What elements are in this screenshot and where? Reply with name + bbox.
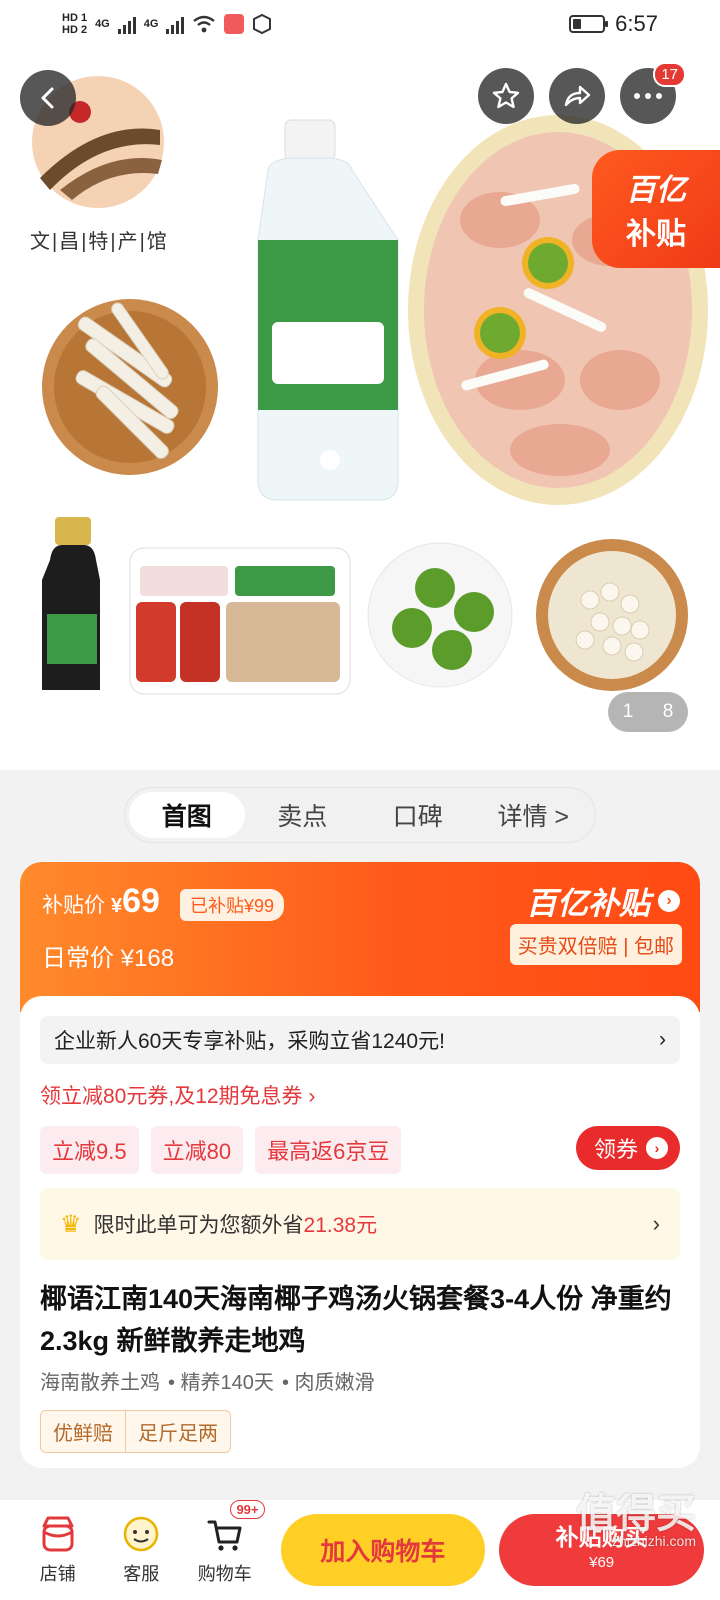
- section-tabs: 首图 卖点 口碑 详情 >: [124, 787, 596, 843]
- subsidy-corner-line1: 百亿: [626, 174, 686, 207]
- app-notification-icon: [224, 14, 245, 34]
- coupon-link[interactable]: 领立减80元券,及12期免息券 ›: [40, 1080, 315, 1110]
- tab-selling-points[interactable]: 卖点: [245, 792, 361, 838]
- cart-label: 购物车: [197, 1564, 252, 1584]
- product-title: 椰语江南140天海南椰子鸡汤火锅套餐3-4人份 净重约2.3kg 新鲜散养走地鸡: [40, 1284, 672, 1356]
- service-tags[interactable]: 优鲜赔 足斤足两: [40, 1410, 231, 1453]
- star-icon: [492, 82, 520, 109]
- subsidy-price-label: 补贴价: [42, 894, 105, 917]
- image-counter: 1 8: [608, 692, 688, 732]
- favorite-button[interactable]: [478, 68, 534, 124]
- promo-chip[interactable]: 立减80: [150, 1126, 244, 1174]
- subsidy-corner-badge: 百亿 补贴: [592, 150, 720, 268]
- product-features: 海南散养土鸡 • 精养140天 • 肉质嫩滑: [40, 1366, 375, 1395]
- status-bar: HD 1 HD 2 4G 4G 6:57: [0, 0, 720, 48]
- watermark-url: zhizhizhi.com: [611, 1533, 696, 1549]
- regular-price-label: 日常价: [42, 945, 114, 972]
- hd2-label: HD 2: [62, 24, 88, 36]
- service-tag: 优鲜赔: [53, 1423, 113, 1445]
- extra-savings-bar[interactable]: ♛ 限时此单可为您额外省 21.38元 ›: [40, 1188, 680, 1260]
- chevron-right-icon: ›: [658, 889, 680, 912]
- guarantee-badge[interactable]: 买贵双倍赔 | 包邮: [509, 924, 682, 965]
- hd1-label: HD 1: [62, 12, 88, 24]
- regular-price: 日常价 ¥168: [42, 938, 174, 973]
- store-label: 店铺: [39, 1564, 76, 1584]
- signal-icon: [117, 14, 136, 34]
- subsidy-program-link[interactable]: 百亿补贴 ›: [526, 878, 680, 923]
- watermark: 值得买 zhizhizhi.com: [576, 1494, 696, 1548]
- get-coupon-label: 领券: [593, 1137, 638, 1162]
- customer-service-icon: [124, 1516, 159, 1552]
- clock: 6:57: [615, 11, 658, 36]
- buy-now-price: ¥69: [589, 1554, 615, 1571]
- back-button[interactable]: [20, 70, 76, 126]
- service-tag: 足斤足两: [125, 1411, 230, 1452]
- chevron-right-icon: ›: [652, 1211, 660, 1236]
- customer-service-button[interactable]: 客服: [100, 1514, 184, 1586]
- tab-reviews[interactable]: 口碑: [360, 792, 476, 838]
- extra-savings-text: 限时此单可为您额外省: [93, 1214, 304, 1237]
- get-coupon-button[interactable]: 领券 ›: [575, 1126, 680, 1170]
- chevron-right-icon: ›: [646, 1137, 668, 1159]
- hand-icon: [253, 14, 272, 34]
- feature-item: 海南散养土鸡: [40, 1372, 160, 1394]
- currency-symbol: ¥: [111, 895, 123, 917]
- share-button[interactable]: [549, 68, 605, 124]
- image-index: 1: [622, 701, 634, 722]
- feature-item: • 精养140天: [168, 1372, 274, 1394]
- notification-badge: 17: [653, 62, 686, 87]
- chevron-left-icon: [41, 87, 54, 109]
- customer-service-label: 客服: [123, 1564, 160, 1584]
- product-image-carousel[interactable]: 文|昌|特|产|馆 17 百亿 补贴 1 8: [0, 0, 720, 770]
- subsidy-price: ¥69: [111, 882, 160, 921]
- regular-price-value: ¥168: [120, 945, 175, 972]
- cart-count-badge: 99+: [230, 1500, 265, 1519]
- feature-item: • 肉质嫩滑: [281, 1372, 375, 1394]
- promo-chip[interactable]: 立减9.5: [40, 1126, 139, 1174]
- store-button[interactable]: 店铺: [16, 1514, 100, 1586]
- crown-icon: ♛: [60, 1210, 82, 1238]
- product-info-card: 企业新人60天专享补贴，采购立省1240元! › 领立减80元券,及12期免息券…: [20, 996, 700, 1468]
- enterprise-newbie-text: 企业新人60天专享补贴，采购立省1240元!: [54, 1030, 445, 1053]
- price-banner: 补贴价 ¥69 已补贴¥99 日常价 ¥168 百亿补贴 › 买贵双倍赔 | 包…: [20, 862, 700, 1012]
- extra-savings-amount: 21.38元: [303, 1214, 378, 1237]
- product-photo: [32, 76, 708, 695]
- share-icon: [564, 85, 591, 107]
- more-button[interactable]: 17: [620, 62, 686, 124]
- cart-icon: [207, 1520, 242, 1551]
- subsidized-amount-badge: 已补贴¥99: [179, 889, 284, 921]
- network1-label: 4G: [95, 18, 110, 30]
- wifi-icon: [193, 15, 216, 33]
- product-page: 文|昌|特|产|馆 17 百亿 补贴 1 8 HD 1 HD 2 4G 4G 6…: [0, 0, 720, 1600]
- tab-main-image[interactable]: 首图: [129, 792, 245, 838]
- subsidy-price-value: 69: [122, 882, 160, 920]
- signal-icon: [166, 14, 185, 34]
- battery-icon: [569, 15, 609, 33]
- subsidy-program-title: 百亿补贴: [526, 886, 650, 921]
- watermark-text: 值得买: [576, 1492, 696, 1536]
- subsidy-corner-line2: 补贴: [626, 218, 686, 251]
- store-icon: [42, 1516, 74, 1552]
- hd-indicator: HD 1 HD 2: [62, 12, 87, 36]
- add-to-cart-button[interactable]: 加入购物车: [280, 1514, 486, 1586]
- tab-details[interactable]: 详情 >: [476, 792, 592, 838]
- cart-button[interactable]: 99+ 购物车: [183, 1500, 267, 1586]
- more-dots-icon: [634, 93, 662, 99]
- brand-logo-text: 文|昌|特|产|馆: [30, 231, 169, 253]
- chevron-right-icon: ›: [659, 1028, 666, 1051]
- enterprise-newbie-banner[interactable]: 企业新人60天专享补贴，采购立省1240元! ›: [40, 1016, 680, 1064]
- image-total: 8: [662, 701, 674, 722]
- promo-chips: 立减9.5 立减80 最高返6京豆: [40, 1126, 402, 1174]
- promo-chip[interactable]: 最高返6京豆: [255, 1126, 402, 1174]
- network2-label: 4G: [143, 18, 159, 30]
